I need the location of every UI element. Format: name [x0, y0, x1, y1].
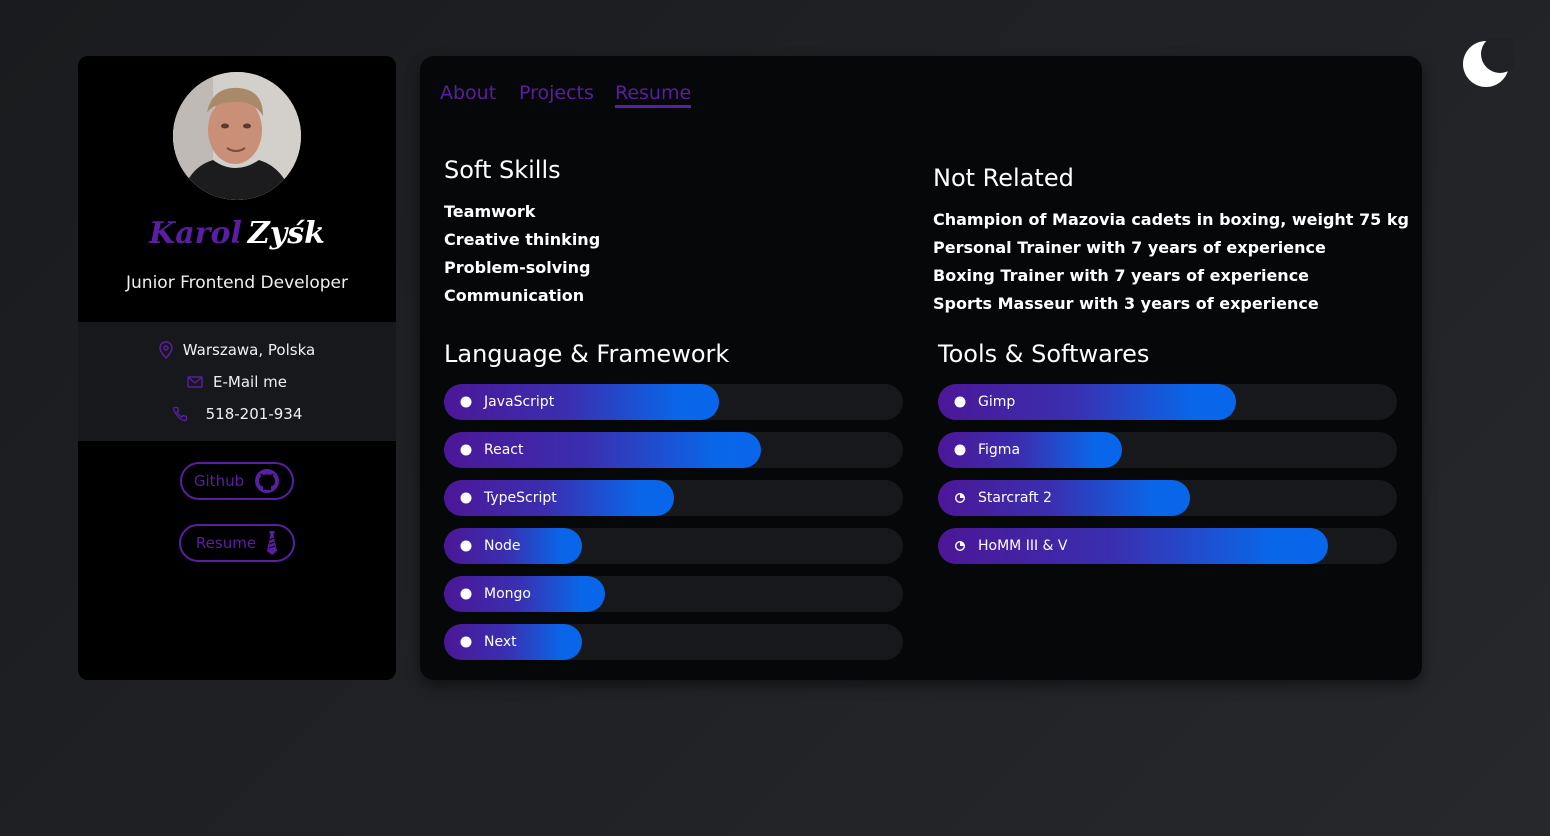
dot-icon — [460, 588, 472, 600]
skill-bar-track: Node — [444, 528, 903, 564]
list-item: Problem-solving — [444, 258, 591, 277]
mail-icon — [187, 376, 203, 388]
dot-icon — [460, 444, 472, 456]
contact-section: Warszawa, Polska E-Mail me 518-201-934 — [78, 322, 396, 441]
dot-icon — [460, 636, 472, 648]
skill-bar-track: Figma — [938, 432, 1397, 468]
dot-icon — [954, 396, 966, 408]
first-name: Karol — [149, 216, 242, 251]
last-name: Zyśk — [247, 216, 325, 251]
skill-bar-track: Next — [444, 624, 903, 660]
job-title: Junior Frontend Developer — [126, 273, 348, 293]
skill-bar-label: TypeScript — [484, 490, 557, 506]
dot-icon — [954, 444, 966, 456]
list-item: Boxing Trainer with 7 years of experienc… — [933, 266, 1310, 285]
not-related-list: Champion of Mazovia cadets in boxing, we… — [933, 206, 1409, 318]
phone-text: 518-201-934 — [205, 405, 303, 423]
dot-icon — [460, 540, 472, 552]
location-item: Warszawa, Polska — [78, 338, 396, 362]
tab-projects[interactable]: Projects — [519, 82, 594, 108]
skill-bar-label: HoMM III & V — [978, 538, 1068, 554]
tools-title: Tools & Softwares — [938, 340, 1150, 368]
skill-bar-track: Mongo — [444, 576, 903, 612]
skill-bar-label: Figma — [978, 442, 1021, 458]
languages-title: Language & Framework — [444, 340, 730, 368]
not-related-title: Not Related — [933, 164, 1074, 192]
skill-bar-fill — [444, 480, 674, 516]
resume-panel: About Projects Resume Soft Skills Teamwo… — [420, 56, 1422, 680]
email-link[interactable]: E-Mail me — [78, 370, 396, 394]
moon-icon — [1463, 35, 1519, 87]
soft-skills-list: Teamwork Creative thinking Problem-solvi… — [444, 198, 600, 310]
skill-bar-label: Gimp — [978, 394, 1016, 410]
skill-bar-track: Gimp — [938, 384, 1397, 420]
skill-bar-fill — [938, 480, 1190, 516]
skill-bar-label: Next — [484, 634, 517, 650]
skill-bar-label: Node — [484, 538, 521, 554]
dot-icon — [460, 492, 472, 504]
list-item: Communication — [444, 286, 585, 305]
skill-bar-track: Starcraft 2 — [938, 480, 1397, 516]
tab-about[interactable]: About — [440, 82, 496, 108]
profile-name: Karol Zyśk — [78, 216, 396, 251]
list-item: Champion of Mazovia cadets in boxing, we… — [933, 210, 1409, 229]
github-label: Github — [193, 472, 245, 490]
skill-bar-label: Starcraft 2 — [978, 490, 1052, 506]
dot-icon — [460, 396, 472, 408]
location-text: Warszawa, Polska — [182, 341, 316, 359]
skill-bar-track: React — [444, 432, 903, 468]
phone-icon — [172, 406, 187, 422]
pie-icon — [954, 492, 966, 504]
theme-toggle-button[interactable] — [1462, 35, 1519, 90]
resume-button[interactable]: Resume — [179, 524, 295, 562]
profile-card: Karol Zyśk Junior Frontend Developer Wars… — [78, 56, 396, 680]
list-item: Creative thinking — [444, 230, 601, 249]
avatar — [173, 72, 301, 200]
skill-bar-label: Mongo — [484, 586, 531, 602]
skill-bar-label: React — [484, 442, 524, 458]
skill-bar-track: TypeScript — [444, 480, 903, 516]
list-item: Teamwork — [444, 202, 536, 221]
soft-skills-title: Soft Skills — [444, 156, 561, 184]
skill-bar-track: HoMM III & V — [938, 528, 1397, 564]
list-item: Personal Trainer with 7 years of experie… — [933, 238, 1326, 257]
location-pin-icon — [159, 341, 173, 359]
resume-label: Resume — [195, 534, 257, 552]
pie-icon — [954, 540, 966, 552]
github-icon — [255, 469, 280, 493]
list-item: Sports Masseur with 3 years of experienc… — [933, 294, 1319, 313]
github-button[interactable]: Github — [180, 462, 294, 500]
skill-bar-track: JavaScript — [444, 384, 903, 420]
skill-bar-label: JavaScript — [484, 394, 555, 410]
phone-item: 518-201-934 — [78, 402, 396, 426]
email-text: E-Mail me — [213, 373, 287, 391]
tie-icon — [267, 531, 278, 555]
tab-resume[interactable]: Resume — [615, 82, 692, 108]
